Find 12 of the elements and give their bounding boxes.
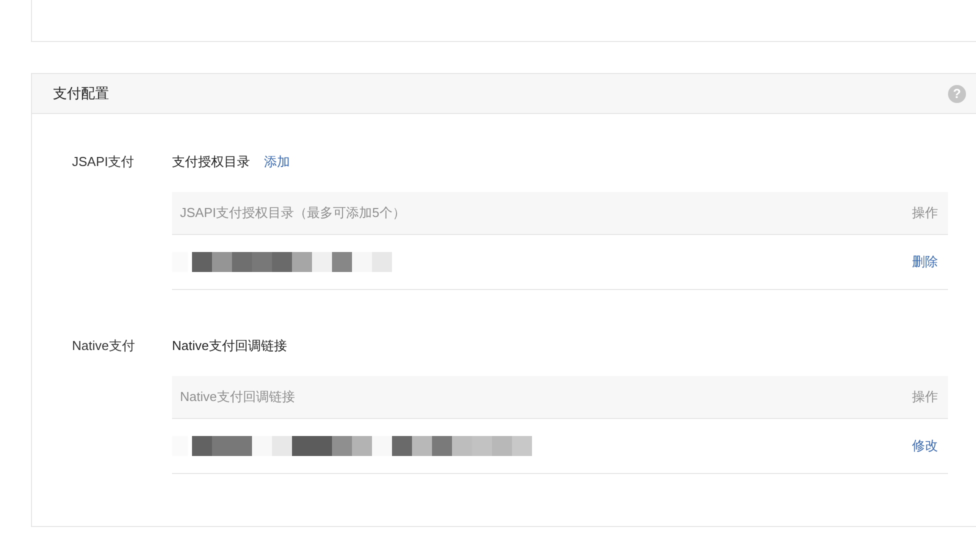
column-header: JSAPI支付授权目录（最多可添加5个）	[180, 204, 406, 222]
row-subtitle: 支付授权目录	[172, 153, 250, 171]
row-action-link[interactable]: 修改	[912, 437, 938, 455]
section-title: 支付配置	[53, 84, 109, 102]
column-header: Native支付回调链接	[180, 388, 295, 406]
row-label: Native支付	[72, 337, 136, 355]
row-label: JSAPI支付	[72, 153, 136, 171]
add-link[interactable]: 添加	[264, 153, 290, 171]
column-header: 操作	[912, 388, 938, 406]
row-action-link[interactable]: 删除	[912, 253, 938, 271]
row-subtitle: Native支付回调链接	[172, 337, 287, 355]
column-header: 操作	[912, 204, 938, 222]
